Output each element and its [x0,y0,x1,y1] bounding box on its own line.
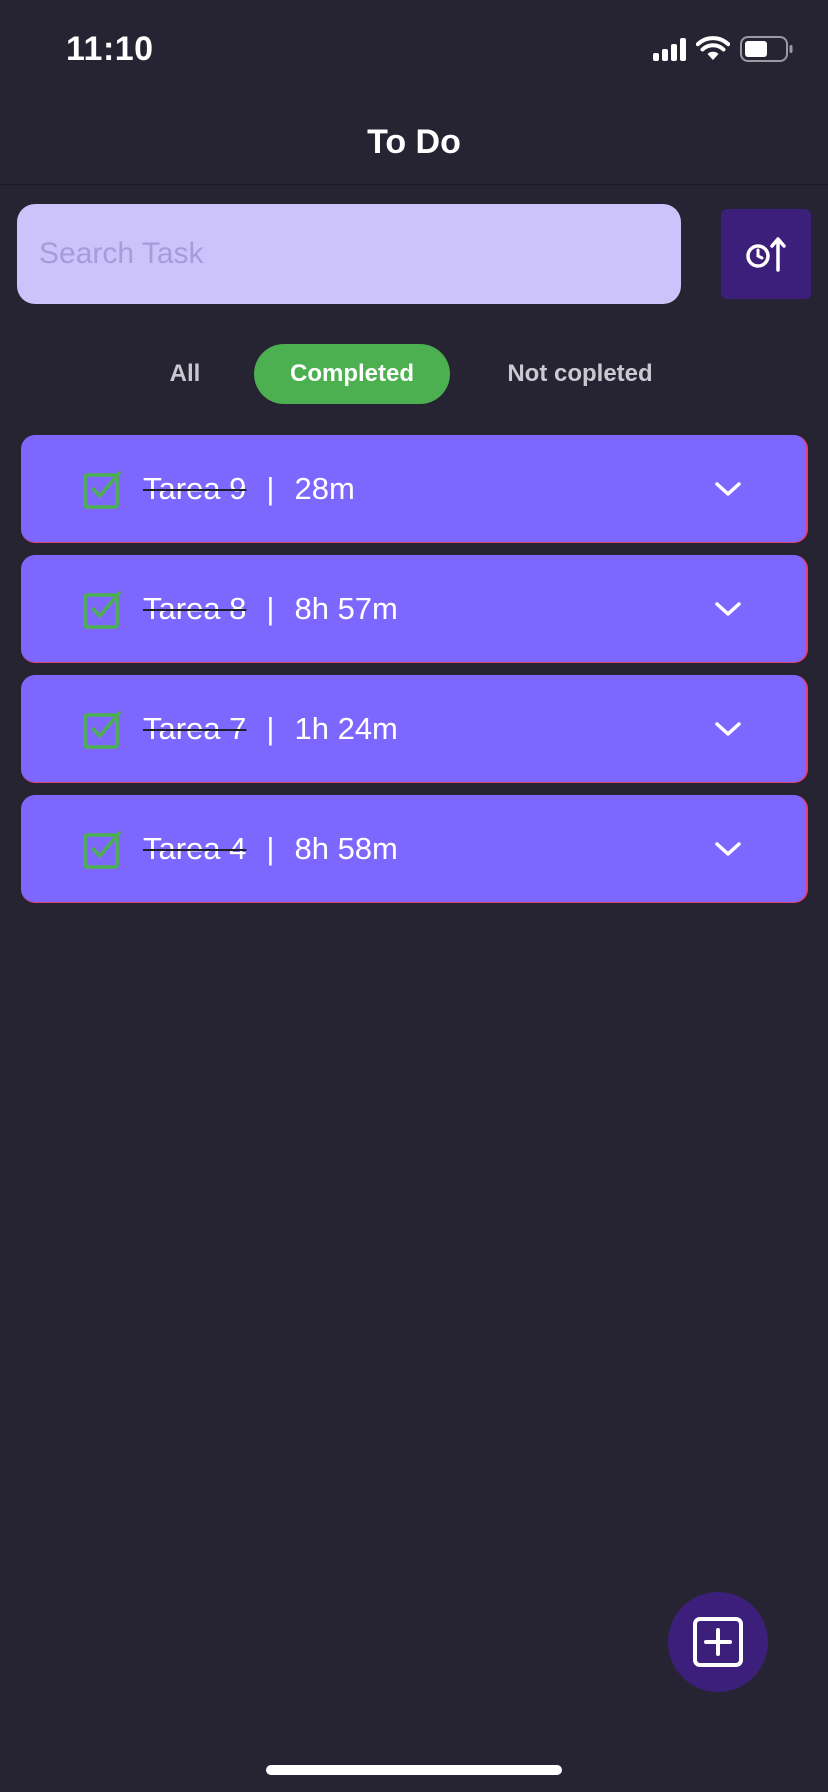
task-separator: | [266,831,275,866]
task-card[interactable]: Tarea 8 | 8h 57m [21,555,808,663]
app-header: To Do [0,100,828,185]
checkbox-checked-icon[interactable] [83,709,123,749]
page-title: To Do [367,122,461,161]
task-text: Tarea 7 | 1h 24m [143,675,398,783]
checkbox-checked-icon[interactable] [83,829,123,869]
clock-sort-ascending-icon [746,237,786,272]
status-bar: 11:10 [0,0,828,100]
task-duration: 1h 24m [294,711,398,746]
task-name: Tarea 4 [143,831,247,866]
filter-tabs: All Completed Not copleted [0,344,828,404]
task-card[interactable]: Tarea 9 | 28m [21,435,808,543]
task-list: Tarea 9 | 28m Tarea 8 | 8h 57m Tarea 7 | [21,435,808,915]
tab-all[interactable]: All [150,344,220,404]
task-separator: | [266,711,275,746]
task-separator: | [266,471,275,506]
task-duration: 8h 58m [294,831,398,866]
chevron-down-icon[interactable] [714,477,742,501]
task-separator: | [266,591,275,626]
battery-icon [740,36,793,62]
cellular-signal-icon [653,37,686,61]
search-input[interactable] [37,236,661,272]
home-indicator [266,1765,562,1775]
task-name: Tarea 9 [143,471,247,506]
status-icons [653,36,794,62]
task-card[interactable]: Tarea 7 | 1h 24m [21,675,808,783]
checkbox-checked-icon[interactable] [83,589,123,629]
task-name: Tarea 7 [143,711,247,746]
tab-not-completed[interactable]: Not copleted [488,344,672,404]
task-duration: 8h 57m [294,591,398,626]
task-text: Tarea 8 | 8h 57m [143,555,398,663]
chevron-down-icon[interactable] [714,837,742,861]
search-box[interactable] [17,204,681,304]
chevron-down-icon[interactable] [714,717,742,741]
task-card[interactable]: Tarea 4 | 8h 58m [21,795,808,903]
add-square-icon [693,1617,743,1667]
task-name: Tarea 8 [143,591,247,626]
task-text: Tarea 4 | 8h 58m [143,795,398,903]
task-text: Tarea 9 | 28m [143,435,355,543]
task-duration: 28m [294,471,355,506]
checkbox-checked-icon[interactable] [83,469,123,509]
add-task-button[interactable] [668,1592,768,1692]
status-time: 11:10 [66,30,154,68]
chevron-down-icon[interactable] [714,597,742,621]
tab-completed[interactable]: Completed [254,344,450,404]
wifi-icon [696,36,730,60]
sort-by-time-button[interactable] [721,209,811,299]
